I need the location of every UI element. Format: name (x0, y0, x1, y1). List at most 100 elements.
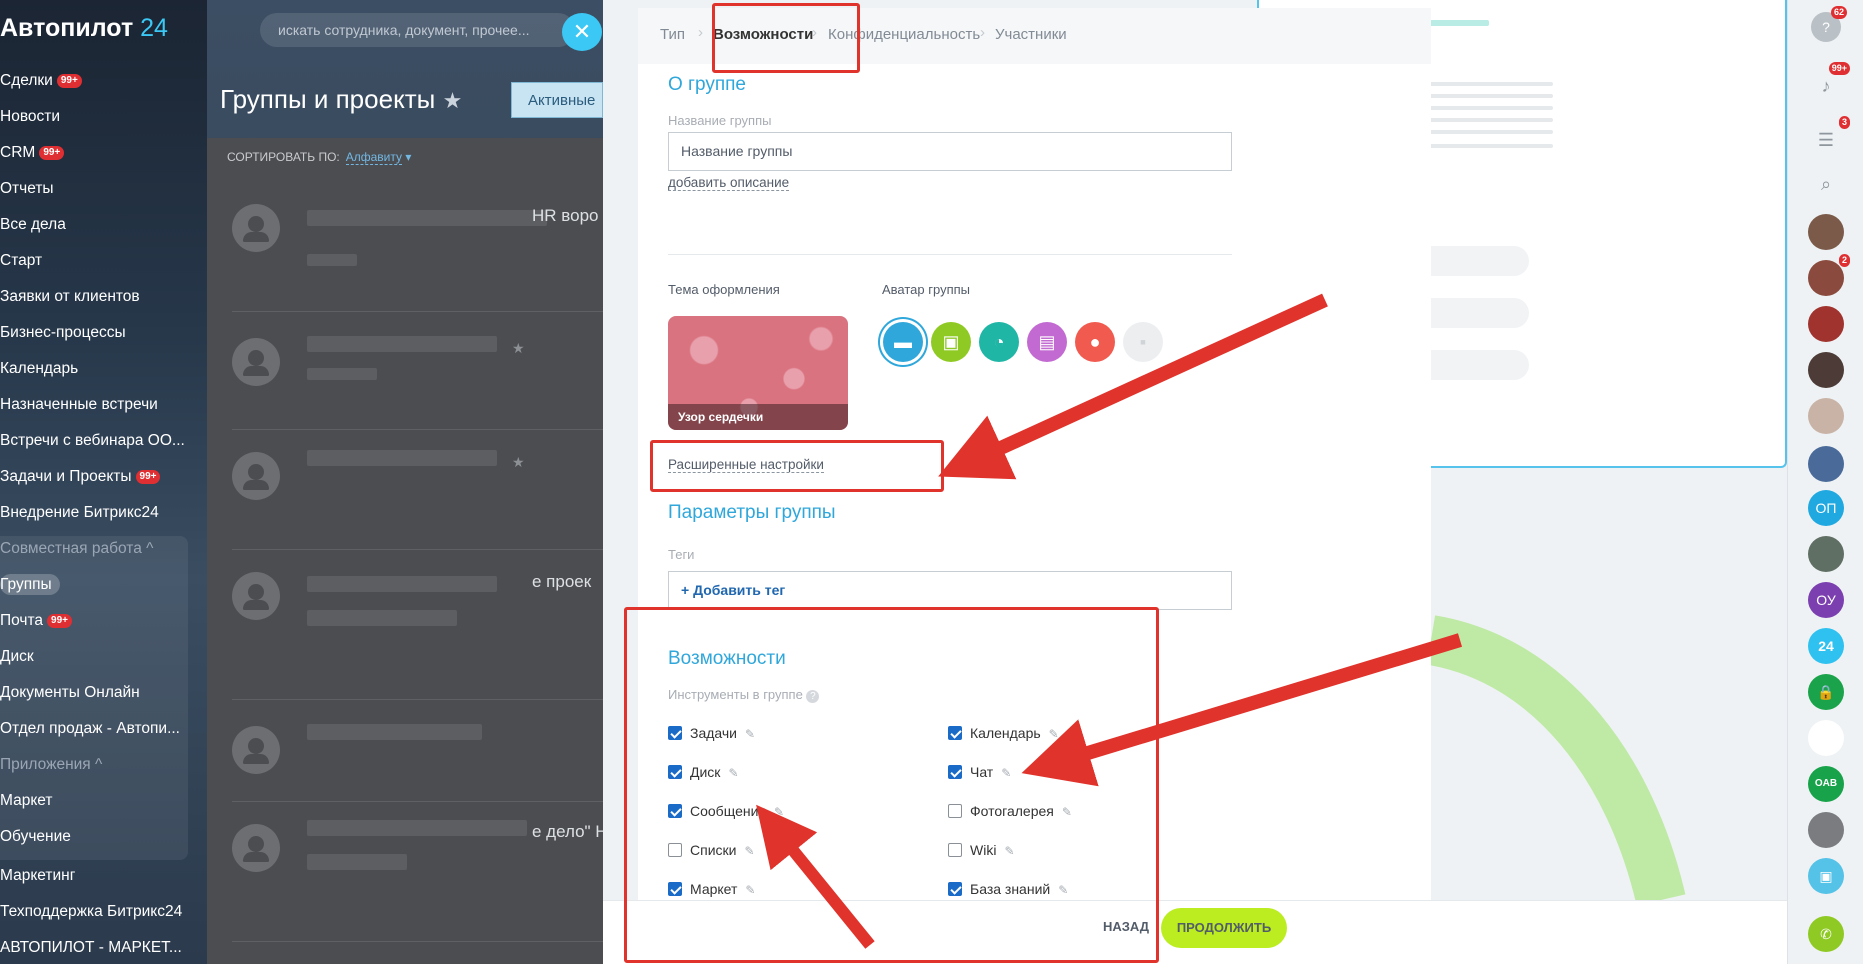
sidebar-item-deals[interactable]: Сделки 99+ (0, 66, 190, 96)
avatar[interactable] (1808, 398, 1844, 434)
sidebar-item-marketing[interactable]: Маркетинг (0, 861, 190, 891)
sidebar-section-collab[interactable]: Совместная работа ^ (0, 534, 190, 564)
sidebar-item-reports[interactable]: Отчеты (0, 174, 190, 204)
star-icon[interactable]: ★ (443, 88, 463, 113)
sidebar-item-webinar-meetings[interactable]: Встречи с вебинара ОО... (0, 426, 190, 456)
checkbox[interactable] (948, 726, 962, 740)
step-type[interactable]: Тип (660, 26, 685, 43)
sidebar-item-bitrix-intro[interactable]: Внедрение Битрикс24 (0, 498, 190, 528)
avatar[interactable] (1808, 306, 1844, 342)
search-input[interactable]: искать сотрудника, документ, прочее... (260, 13, 575, 47)
pencil-icon[interactable]: ✎ (1001, 766, 1011, 780)
tool-market[interactable]: Маркет ✎ (668, 880, 755, 898)
image-placeholder-icon[interactable]: ▪ (1123, 322, 1163, 362)
pencil-icon[interactable]: ✎ (774, 805, 784, 819)
pencil-icon[interactable]: ✎ (744, 844, 754, 858)
sidebar-item-crm[interactable]: CRM 99+ (0, 138, 190, 168)
pie-chart-icon[interactable]: ◔ (979, 322, 1019, 362)
sidebar-item-mail[interactable]: Почта 99+ (0, 606, 190, 636)
list-item[interactable]: HR воро (232, 192, 603, 312)
app-logo[interactable]: Автопилот 24 (0, 14, 168, 43)
checkbox[interactable] (948, 765, 962, 779)
step-features[interactable]: Возможности (713, 26, 813, 43)
folder-icon[interactable]: ▬ (883, 322, 923, 362)
sidebar-item-start[interactable]: Старт (0, 246, 190, 276)
help-icon[interactable]: ? (806, 690, 820, 703)
avatar[interactable]: ОП (1808, 490, 1844, 526)
pencil-icon[interactable]: ✎ (745, 883, 755, 897)
tool-calendar[interactable]: Календарь ✎ (948, 724, 1059, 742)
sidebar-item-calendar[interactable]: Календарь (0, 354, 190, 384)
pencil-icon[interactable]: ✎ (1062, 805, 1072, 819)
list-item[interactable] (232, 700, 603, 802)
add-tag-button[interactable]: + Добавить тег (668, 571, 1232, 610)
tool-photogallery[interactable]: Фотогалерея ✎ (948, 802, 1072, 820)
sidebar-item-disk[interactable]: Диск (0, 642, 190, 672)
checkbox[interactable] (668, 843, 682, 857)
star-icon[interactable]: ★ (512, 340, 525, 357)
add-description-link[interactable]: добавить описание (668, 175, 790, 191)
sidebar-item-learning[interactable]: Обучение (0, 822, 190, 852)
search-icon[interactable]: ⌕ (1808, 166, 1844, 202)
sidebar-section-apps[interactable]: Приложения ^ (0, 750, 190, 780)
list-item[interactable]: ★ (232, 312, 603, 430)
presentation-icon[interactable]: ▣ (931, 322, 971, 362)
filter-active-button[interactable]: Активные (511, 82, 603, 118)
tool-knowledge-base[interactable]: База знаний ✎ (948, 880, 1068, 898)
sidebar-item-business-processes[interactable]: Бизнес-процессы (0, 318, 190, 348)
checkbox[interactable] (948, 804, 962, 818)
tool-lists[interactable]: Списки ✎ (668, 841, 755, 859)
checkbox[interactable] (668, 726, 682, 740)
tool-wiki[interactable]: Wiki ✎ (948, 841, 1015, 859)
pencil-icon[interactable]: ✎ (1049, 727, 1059, 741)
sidebar-item-all-tasks[interactable]: Все дела (0, 210, 190, 240)
theme-card[interactable]: Узор сердечки (668, 316, 848, 430)
briefcase-icon[interactable]: ▤ (1027, 322, 1067, 362)
star-icon[interactable]: ★ (512, 454, 525, 471)
list-item[interactable]: ★ (232, 430, 603, 550)
people-icon[interactable]: ● (1075, 322, 1115, 362)
avatar[interactable]: OAB (1808, 766, 1844, 802)
avatar[interactable]: ОУ (1808, 582, 1844, 618)
tool-chat[interactable]: Чат ✎ (948, 763, 1011, 781)
avatar[interactable]: 2 (1808, 254, 1850, 296)
tool-disk[interactable]: Диск ✎ (668, 763, 739, 781)
sidebar-item-meetings[interactable]: Назначенные встречи (0, 390, 190, 420)
step-privacy[interactable]: Конфиденциальность (828, 26, 980, 43)
bell-icon[interactable]: ♪ 99+ (1808, 62, 1850, 104)
pencil-icon[interactable]: ✎ (745, 727, 755, 741)
sidebar-item-news[interactable]: Новости (0, 102, 190, 132)
avatar[interactable] (1808, 214, 1844, 250)
avatar[interactable] (1808, 720, 1844, 756)
lock-icon[interactable]: 🔒 (1808, 674, 1844, 710)
avatar[interactable] (1808, 812, 1844, 848)
sidebar-item-market[interactable]: Маркет (0, 786, 190, 816)
phone-icon[interactable]: ✆ (1808, 916, 1844, 952)
messages-icon[interactable]: ☰ 3 (1808, 116, 1850, 158)
step-members[interactable]: Участники (995, 26, 1067, 43)
checkbox[interactable] (668, 765, 682, 779)
checkbox[interactable] (948, 843, 962, 857)
avatar[interactable] (1808, 446, 1844, 482)
tool-tasks[interactable]: Задачи ✎ (668, 724, 755, 742)
avatar[interactable] (1808, 352, 1844, 388)
sidebar-item-tasks-projects[interactable]: Задачи и Проекты 99+ (0, 462, 190, 492)
pencil-icon[interactable]: ✎ (1058, 883, 1068, 897)
avatar[interactable]: 24 (1808, 628, 1844, 664)
back-button[interactable]: НАЗАД (1103, 919, 1149, 934)
help-icon[interactable]: ? 62 (1811, 6, 1847, 42)
pencil-icon[interactable]: ✎ (728, 766, 738, 780)
sidebar-item-groups[interactable]: Группы (0, 570, 190, 600)
sidebar-item-client-requests[interactable]: Заявки от клиентов (0, 282, 190, 312)
close-icon[interactable]: ✕ (562, 13, 602, 51)
checkbox[interactable] (668, 804, 682, 818)
list-item[interactable]: е проек (232, 550, 603, 700)
pencil-icon[interactable]: ✎ (1004, 844, 1014, 858)
sidebar-item-support[interactable]: Техподдержка Битрикс24 (0, 897, 190, 927)
telephony-icon[interactable]: ▣ (1808, 858, 1844, 894)
list-item[interactable]: е дело" Н (232, 802, 608, 942)
checkbox[interactable] (668, 882, 682, 896)
advanced-settings-link[interactable]: Расширенные настройки (668, 457, 824, 473)
sidebar-item-docs-online[interactable]: Документы Онлайн (0, 678, 190, 708)
sidebar-item-autopilot-market[interactable]: АВТОПИЛОТ - МАРКЕТ... (0, 933, 190, 963)
